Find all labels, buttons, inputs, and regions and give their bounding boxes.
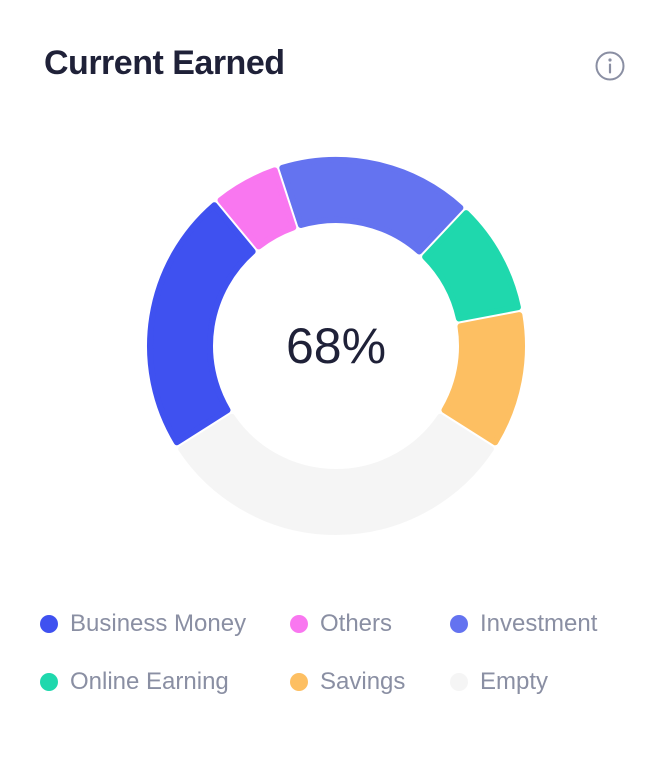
donut-slice-savings[interactable] <box>441 312 525 446</box>
legend-dot <box>40 615 58 633</box>
legend-dot <box>40 673 58 691</box>
legend-item-online-earning[interactable]: Online Earning <box>40 658 229 706</box>
donut-chart: 68% <box>140 150 532 542</box>
donut-slice-business-money[interactable] <box>147 202 256 446</box>
legend-item-others[interactable]: Others <box>290 600 392 648</box>
legend-item-investment[interactable]: Investment <box>450 600 597 648</box>
legend-label: Others <box>320 610 393 637</box>
legend-label: Savings <box>320 668 406 695</box>
legend-dot <box>450 673 468 691</box>
legend-dot <box>450 615 468 633</box>
legend-label: Business Money <box>70 610 247 637</box>
info-button[interactable] <box>595 51 625 81</box>
legend-dot <box>290 673 308 691</box>
legend-item-empty[interactable]: Empty <box>450 658 548 706</box>
donut-slice-investment[interactable] <box>279 157 464 255</box>
legend-label: Investment <box>480 610 598 637</box>
donut-chart-svg <box>147 157 525 535</box>
legend-dot <box>290 615 308 633</box>
legend-label: Online Earning <box>70 668 229 695</box>
legend-item-savings[interactable]: Savings <box>290 658 405 706</box>
donut-slice-empty[interactable] <box>178 413 494 535</box>
current-earned-card: Current Earned 68% Business Money Others… <box>0 0 672 770</box>
legend-item-business-money[interactable]: Business Money <box>40 600 246 648</box>
info-circle-icon <box>595 51 625 81</box>
legend-label: Empty <box>480 668 549 695</box>
card-title: Current Earned <box>44 44 285 82</box>
